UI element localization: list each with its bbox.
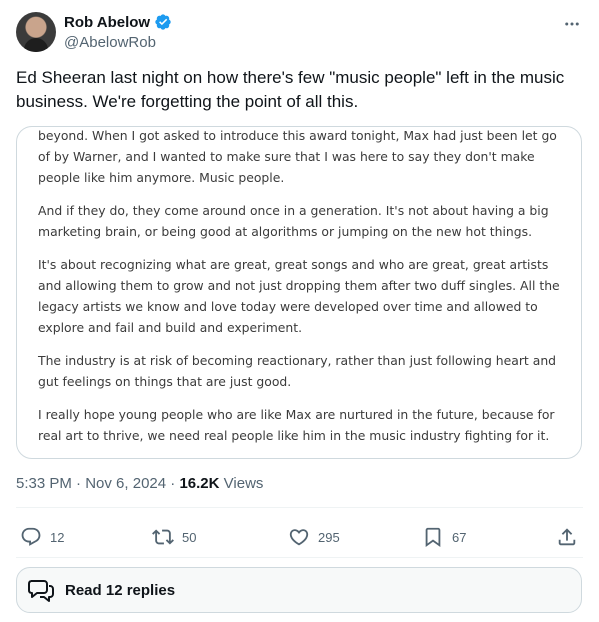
tweet-meta: 5:33 PM · Nov 6, 2024 · 16.2K Views — [16, 475, 263, 492]
views-label: Views — [223, 475, 264, 492]
reply-button[interactable]: 12 — [20, 522, 64, 552]
tweet-time[interactable]: 5:33 PM — [16, 475, 72, 492]
reply-icon — [21, 527, 41, 546]
verified-badge-icon — [155, 14, 171, 30]
meta-separator: · — [76, 475, 82, 492]
repost-button[interactable]: 50 — [152, 522, 196, 552]
media-paragraph: It's about recognizing what are great, g… — [38, 257, 560, 335]
like-button[interactable]: 295 — [288, 522, 340, 552]
reply-count: 12 — [50, 529, 65, 545]
media-paragraph: And if they do, they come around once in… — [38, 203, 549, 239]
heart-icon — [289, 529, 309, 546]
tweet-text: Ed Sheeran last night on how there's few… — [16, 68, 565, 111]
media-paragraph: I really hope young people who are like … — [38, 407, 555, 443]
author-handle[interactable]: @AbelowRob — [64, 34, 156, 51]
divider — [16, 507, 583, 508]
share-icon — [558, 528, 576, 546]
media-image[interactable]: beyond. When I got asked to introduce th… — [16, 126, 582, 459]
media-paragraph: beyond. When I got asked to introduce th… — [38, 128, 557, 185]
bookmark-button[interactable]: 67 — [422, 522, 466, 552]
avatar[interactable] — [16, 12, 56, 52]
like-count: 295 — [318, 529, 340, 545]
read-replies-label: Read 12 replies — [65, 581, 176, 599]
media-text: beyond. When I got asked to introduce th… — [38, 127, 568, 458]
bookmark-count: 67 — [452, 529, 467, 545]
repost-count: 50 — [182, 529, 197, 545]
repost-icon — [152, 529, 174, 545]
divider — [16, 557, 583, 558]
views-count: 16.2K — [179, 475, 220, 492]
read-replies-button[interactable]: Read 12 replies — [16, 567, 582, 613]
more-dots — [565, 22, 579, 26]
name-row: Rob Abelow — [64, 13, 172, 31]
author-name[interactable]: Rob Abelow — [64, 14, 150, 31]
more-icon[interactable] — [561, 14, 583, 34]
meta-separator: · — [170, 475, 176, 492]
action-bar: 12 50 295 67 — [16, 522, 583, 552]
bookmark-icon — [425, 527, 441, 548]
tweet-date[interactable]: Nov 6, 2024 — [85, 475, 166, 492]
tweet-header: Rob Abelow @AbelowRob — [16, 12, 583, 54]
share-button[interactable] — [556, 522, 578, 552]
speech-bubbles-icon — [28, 580, 54, 602]
media-paragraph: The industry is at risk of becoming reac… — [38, 353, 557, 389]
